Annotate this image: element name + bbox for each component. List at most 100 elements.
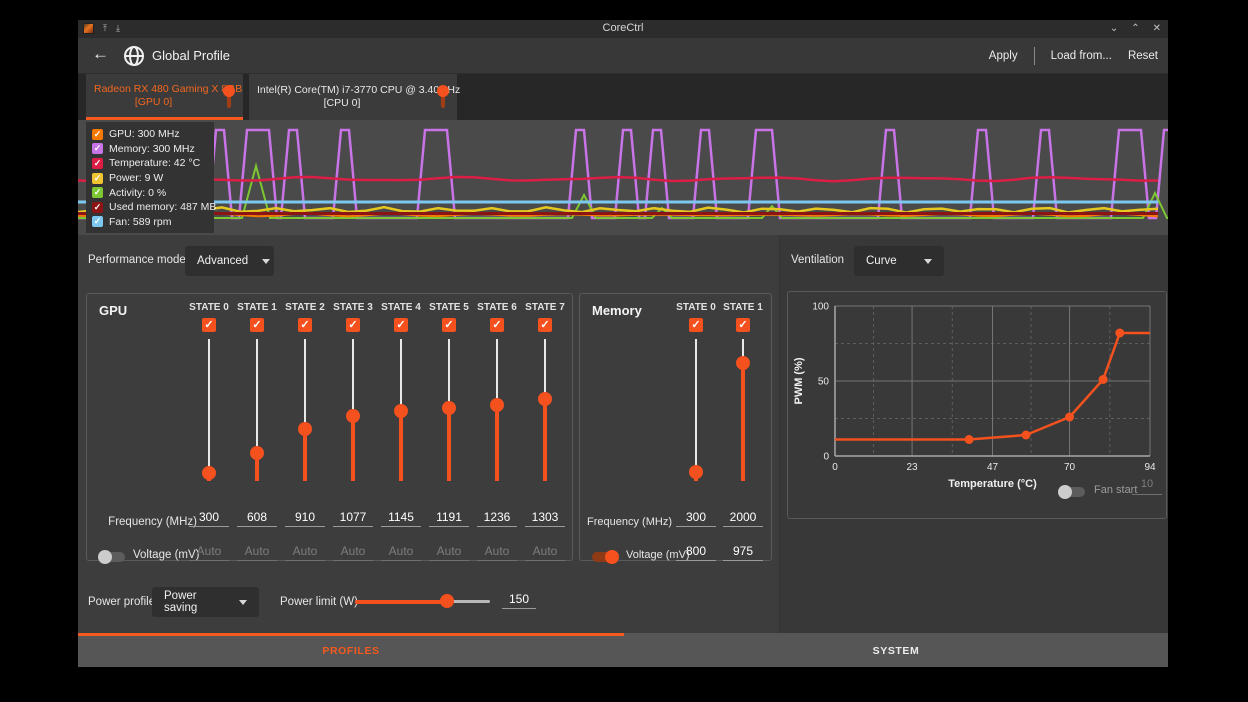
state-voltage-input[interactable]: Auto — [477, 544, 517, 561]
memory-voltage-toggle[interactable] — [592, 552, 618, 562]
state-voltage-input[interactable]: Auto — [189, 544, 229, 561]
state-frequency-input[interactable]: 300 — [676, 510, 716, 527]
power-limit-slider-fill — [355, 600, 447, 604]
svg-text:0: 0 — [832, 462, 838, 473]
state-frequency-input[interactable]: 1303 — [525, 510, 565, 527]
fan-curve-point[interactable] — [965, 435, 974, 444]
performance-mode-label: Performance mode — [88, 254, 186, 266]
state-checkbox[interactable]: ✓ — [736, 318, 750, 332]
state-slider-track[interactable] — [304, 339, 306, 428]
state-checkbox[interactable]: ✓ — [250, 318, 264, 332]
state-slider-knob[interactable] — [736, 356, 750, 370]
state-slider-knob[interactable] — [490, 398, 504, 412]
state-slider-fill — [543, 398, 547, 481]
state-slider-track[interactable] — [496, 339, 498, 404]
legend-checkbox[interactable]: ✓ — [92, 173, 103, 184]
legend-item: ✓Power: 9 W — [92, 171, 208, 186]
apply-button[interactable]: Apply — [989, 50, 1018, 62]
power-limit-slider-knob[interactable] — [440, 594, 454, 608]
legend-checkbox[interactable]: ✓ — [92, 158, 103, 169]
fan-curve-panel: 023477094050100Temperature (°C)PWM (%) F… — [787, 291, 1167, 519]
state-slider-track[interactable] — [256, 339, 258, 452]
svg-text:23: 23 — [907, 462, 919, 473]
svg-text:50: 50 — [818, 377, 830, 388]
state-slider-knob[interactable] — [538, 392, 552, 406]
bottom-tab-profiles[interactable]: PROFILES — [78, 633, 624, 667]
legend-checkbox[interactable]: ✓ — [92, 202, 103, 213]
bottom-tab-system[interactable]: SYSTEM — [624, 633, 1168, 667]
state-slider-track[interactable] — [208, 339, 210, 472]
fan-start-input[interactable]: 10 — [1132, 478, 1162, 495]
state-frequency-input[interactable]: 1145 — [381, 510, 421, 527]
state-voltage-input[interactable]: Auto — [429, 544, 469, 561]
state-slider-knob[interactable] — [394, 404, 408, 418]
legend-item: ✓Temperature: 42 °C — [92, 156, 208, 171]
state-checkbox[interactable]: ✓ — [490, 318, 504, 332]
legend-checkbox[interactable]: ✓ — [92, 187, 103, 198]
state-slider-knob[interactable] — [346, 409, 360, 423]
state-voltage-input[interactable]: Auto — [381, 544, 421, 561]
power-profile-label: Power profile — [88, 596, 155, 608]
state-voltage-input[interactable]: Auto — [237, 544, 277, 561]
state-slider-knob[interactable] — [298, 422, 312, 436]
state-frequency-input[interactable]: 1077 — [333, 510, 373, 527]
state-slider-fill — [495, 404, 499, 482]
state-slider-fill — [399, 410, 403, 481]
gpu-voltage-toggle[interactable] — [99, 552, 125, 562]
state-checkbox[interactable]: ✓ — [442, 318, 456, 332]
state-voltage-input[interactable]: Auto — [285, 544, 325, 561]
state-slider-knob[interactable] — [442, 401, 456, 415]
state-frequency-input[interactable]: 300 — [189, 510, 229, 527]
memory-panel-title: Memory — [592, 303, 642, 318]
sensor-graph-plot — [78, 120, 1168, 235]
state-slider-track[interactable] — [448, 339, 450, 407]
window-maximize-icon[interactable]: ⌃ — [1131, 22, 1139, 35]
legend-item: ✓Activity: 0 % — [92, 185, 208, 200]
state-checkbox[interactable]: ✓ — [298, 318, 312, 332]
load-from-button[interactable]: Load from... — [1051, 50, 1112, 62]
device-tab-gpu[interactable]: Radeon RX 480 Gaming X 8GB[GPU 0] — [86, 74, 243, 120]
state-frequency-input[interactable]: 1236 — [477, 510, 517, 527]
state-checkbox[interactable]: ✓ — [346, 318, 360, 332]
state-frequency-input[interactable]: 910 — [285, 510, 325, 527]
state-checkbox[interactable]: ✓ — [689, 318, 703, 332]
fan-curve-point[interactable] — [1022, 431, 1031, 440]
fan-curve-point[interactable] — [1065, 413, 1074, 422]
state-slider-track[interactable] — [544, 339, 546, 398]
state-slider-knob[interactable] — [689, 465, 703, 479]
power-limit-input[interactable]: 150 — [502, 592, 536, 609]
window-minimize-icon[interactable]: ⌄ — [1110, 22, 1118, 35]
state-checkbox[interactable]: ✓ — [202, 318, 216, 332]
device-tab-cpu[interactable]: Intel(R) Core(TM) i7-3770 CPU @ 3.40GHz[… — [249, 74, 457, 120]
state-voltage-input[interactable]: Auto — [525, 544, 565, 561]
fan-curve-point[interactable] — [1099, 375, 1108, 384]
state-voltage-input[interactable]: Auto — [333, 544, 373, 561]
state-checkbox[interactable]: ✓ — [538, 318, 552, 332]
back-button[interactable]: ← — [92, 44, 109, 64]
power-profile-select[interactable]: Power saving — [152, 587, 259, 617]
state-checkbox[interactable]: ✓ — [394, 318, 408, 332]
performance-mode-select[interactable]: Advanced — [185, 246, 274, 276]
state-slider-track[interactable] — [352, 339, 354, 415]
fan-start-toggle[interactable] — [1059, 487, 1085, 497]
state-slider-track[interactable] — [400, 339, 402, 410]
state-voltage-input[interactable]: 800 — [676, 544, 716, 561]
legend-label: Used memory: 487 MB — [109, 201, 216, 213]
header: ← Global Profile Apply Load from... Rese… — [78, 38, 1168, 74]
legend-checkbox[interactable]: ✓ — [92, 216, 103, 227]
state-frequency-input[interactable]: 1191 — [429, 510, 469, 527]
ventilation-mode-select[interactable]: Curve — [854, 246, 944, 276]
state-frequency-input[interactable]: 608 — [237, 510, 277, 527]
state-slider-track[interactable] — [695, 339, 697, 471]
legend-checkbox[interactable]: ✓ — [92, 129, 103, 140]
state-voltage-input[interactable]: 975 — [723, 544, 763, 561]
reset-button[interactable]: Reset — [1128, 50, 1158, 62]
pin-icon[interactable] — [436, 84, 450, 110]
pin-icon[interactable] — [222, 84, 236, 110]
fan-curve-point[interactable] — [1115, 329, 1124, 338]
state-slider-knob[interactable] — [250, 446, 264, 460]
state-slider-knob[interactable] — [202, 466, 216, 480]
window-close-icon[interactable]: ✕ — [1153, 22, 1161, 35]
state-frequency-input[interactable]: 2000 — [723, 510, 763, 527]
legend-checkbox[interactable]: ✓ — [92, 143, 103, 154]
